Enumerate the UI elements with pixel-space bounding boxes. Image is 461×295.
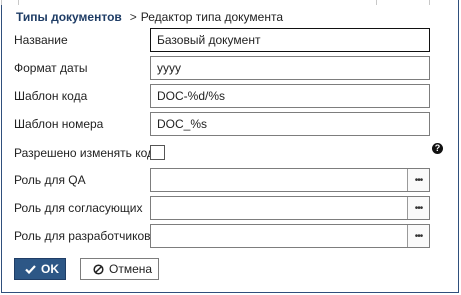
qa-role-lookup: ••• bbox=[150, 168, 430, 192]
name-label: Название bbox=[14, 33, 68, 47]
approvers-role-lookup-button[interactable]: ••• bbox=[407, 197, 429, 219]
allow-code-change-checkbox[interactable] bbox=[150, 145, 165, 160]
top-stub-left bbox=[1, 0, 19, 5]
approvers-role-lookup: ••• bbox=[150, 196, 430, 220]
question-circle-icon[interactable]: ? bbox=[432, 143, 443, 154]
date-format-field[interactable]: yyyy bbox=[150, 56, 430, 80]
breadcrumb-root-link[interactable]: Типы документов bbox=[16, 10, 122, 24]
check-icon bbox=[25, 264, 36, 274]
number-template-field[interactable]: DOC_%s bbox=[150, 112, 430, 136]
name-field[interactable]: Базовый документ bbox=[150, 28, 430, 52]
qa-role-label: Роль для QA bbox=[14, 173, 86, 187]
allow-code-change-row: Разрешено изменять код bbox=[14, 141, 432, 165]
developers-role-lookup: ••• bbox=[150, 224, 430, 248]
approvers-role-row: Роль для согласующих ••• bbox=[14, 196, 432, 220]
cancel-button-label: Отмена bbox=[109, 262, 153, 276]
developers-role-field[interactable] bbox=[151, 225, 407, 247]
qa-role-field[interactable] bbox=[151, 169, 407, 191]
allow-code-change-label: Разрешено изменять код bbox=[14, 146, 155, 160]
name-row: Название Базовый документ bbox=[14, 28, 432, 52]
number-template-row: Шаблон номера DOC_%s bbox=[14, 112, 432, 136]
date-format-label: Формат даты bbox=[14, 61, 88, 75]
developers-role-label: Роль для разработчиков bbox=[14, 229, 151, 243]
cancel-icon bbox=[93, 263, 104, 275]
code-template-label: Шаблон кода bbox=[14, 89, 88, 103]
qa-role-row: Роль для QA ••• bbox=[14, 168, 432, 192]
code-template-field[interactable]: DOC-%d/%s bbox=[150, 84, 430, 108]
breadcrumb: Типы документов > Редактор типа документа bbox=[16, 10, 283, 24]
cancel-button[interactable]: Отмена bbox=[80, 258, 159, 280]
approvers-role-label: Роль для согласующих bbox=[14, 201, 143, 215]
breadcrumb-separator: > bbox=[129, 10, 137, 24]
qa-role-lookup-button[interactable]: ••• bbox=[407, 169, 429, 191]
date-format-row: Формат даты yyyy bbox=[14, 56, 432, 80]
developers-role-row: Роль для разработчиков ••• bbox=[14, 224, 432, 248]
breadcrumb-current: Редактор типа документа bbox=[140, 10, 284, 24]
ok-button[interactable]: OK bbox=[14, 258, 66, 280]
ok-button-label: OK bbox=[41, 262, 59, 276]
approvers-role-field[interactable] bbox=[151, 197, 407, 219]
code-template-row: Шаблон кода DOC-%d/%s bbox=[14, 84, 432, 108]
developers-role-lookup-button[interactable]: ••• bbox=[407, 225, 429, 247]
number-template-label: Шаблон номера bbox=[14, 117, 104, 131]
top-stub-right bbox=[376, 0, 430, 5]
